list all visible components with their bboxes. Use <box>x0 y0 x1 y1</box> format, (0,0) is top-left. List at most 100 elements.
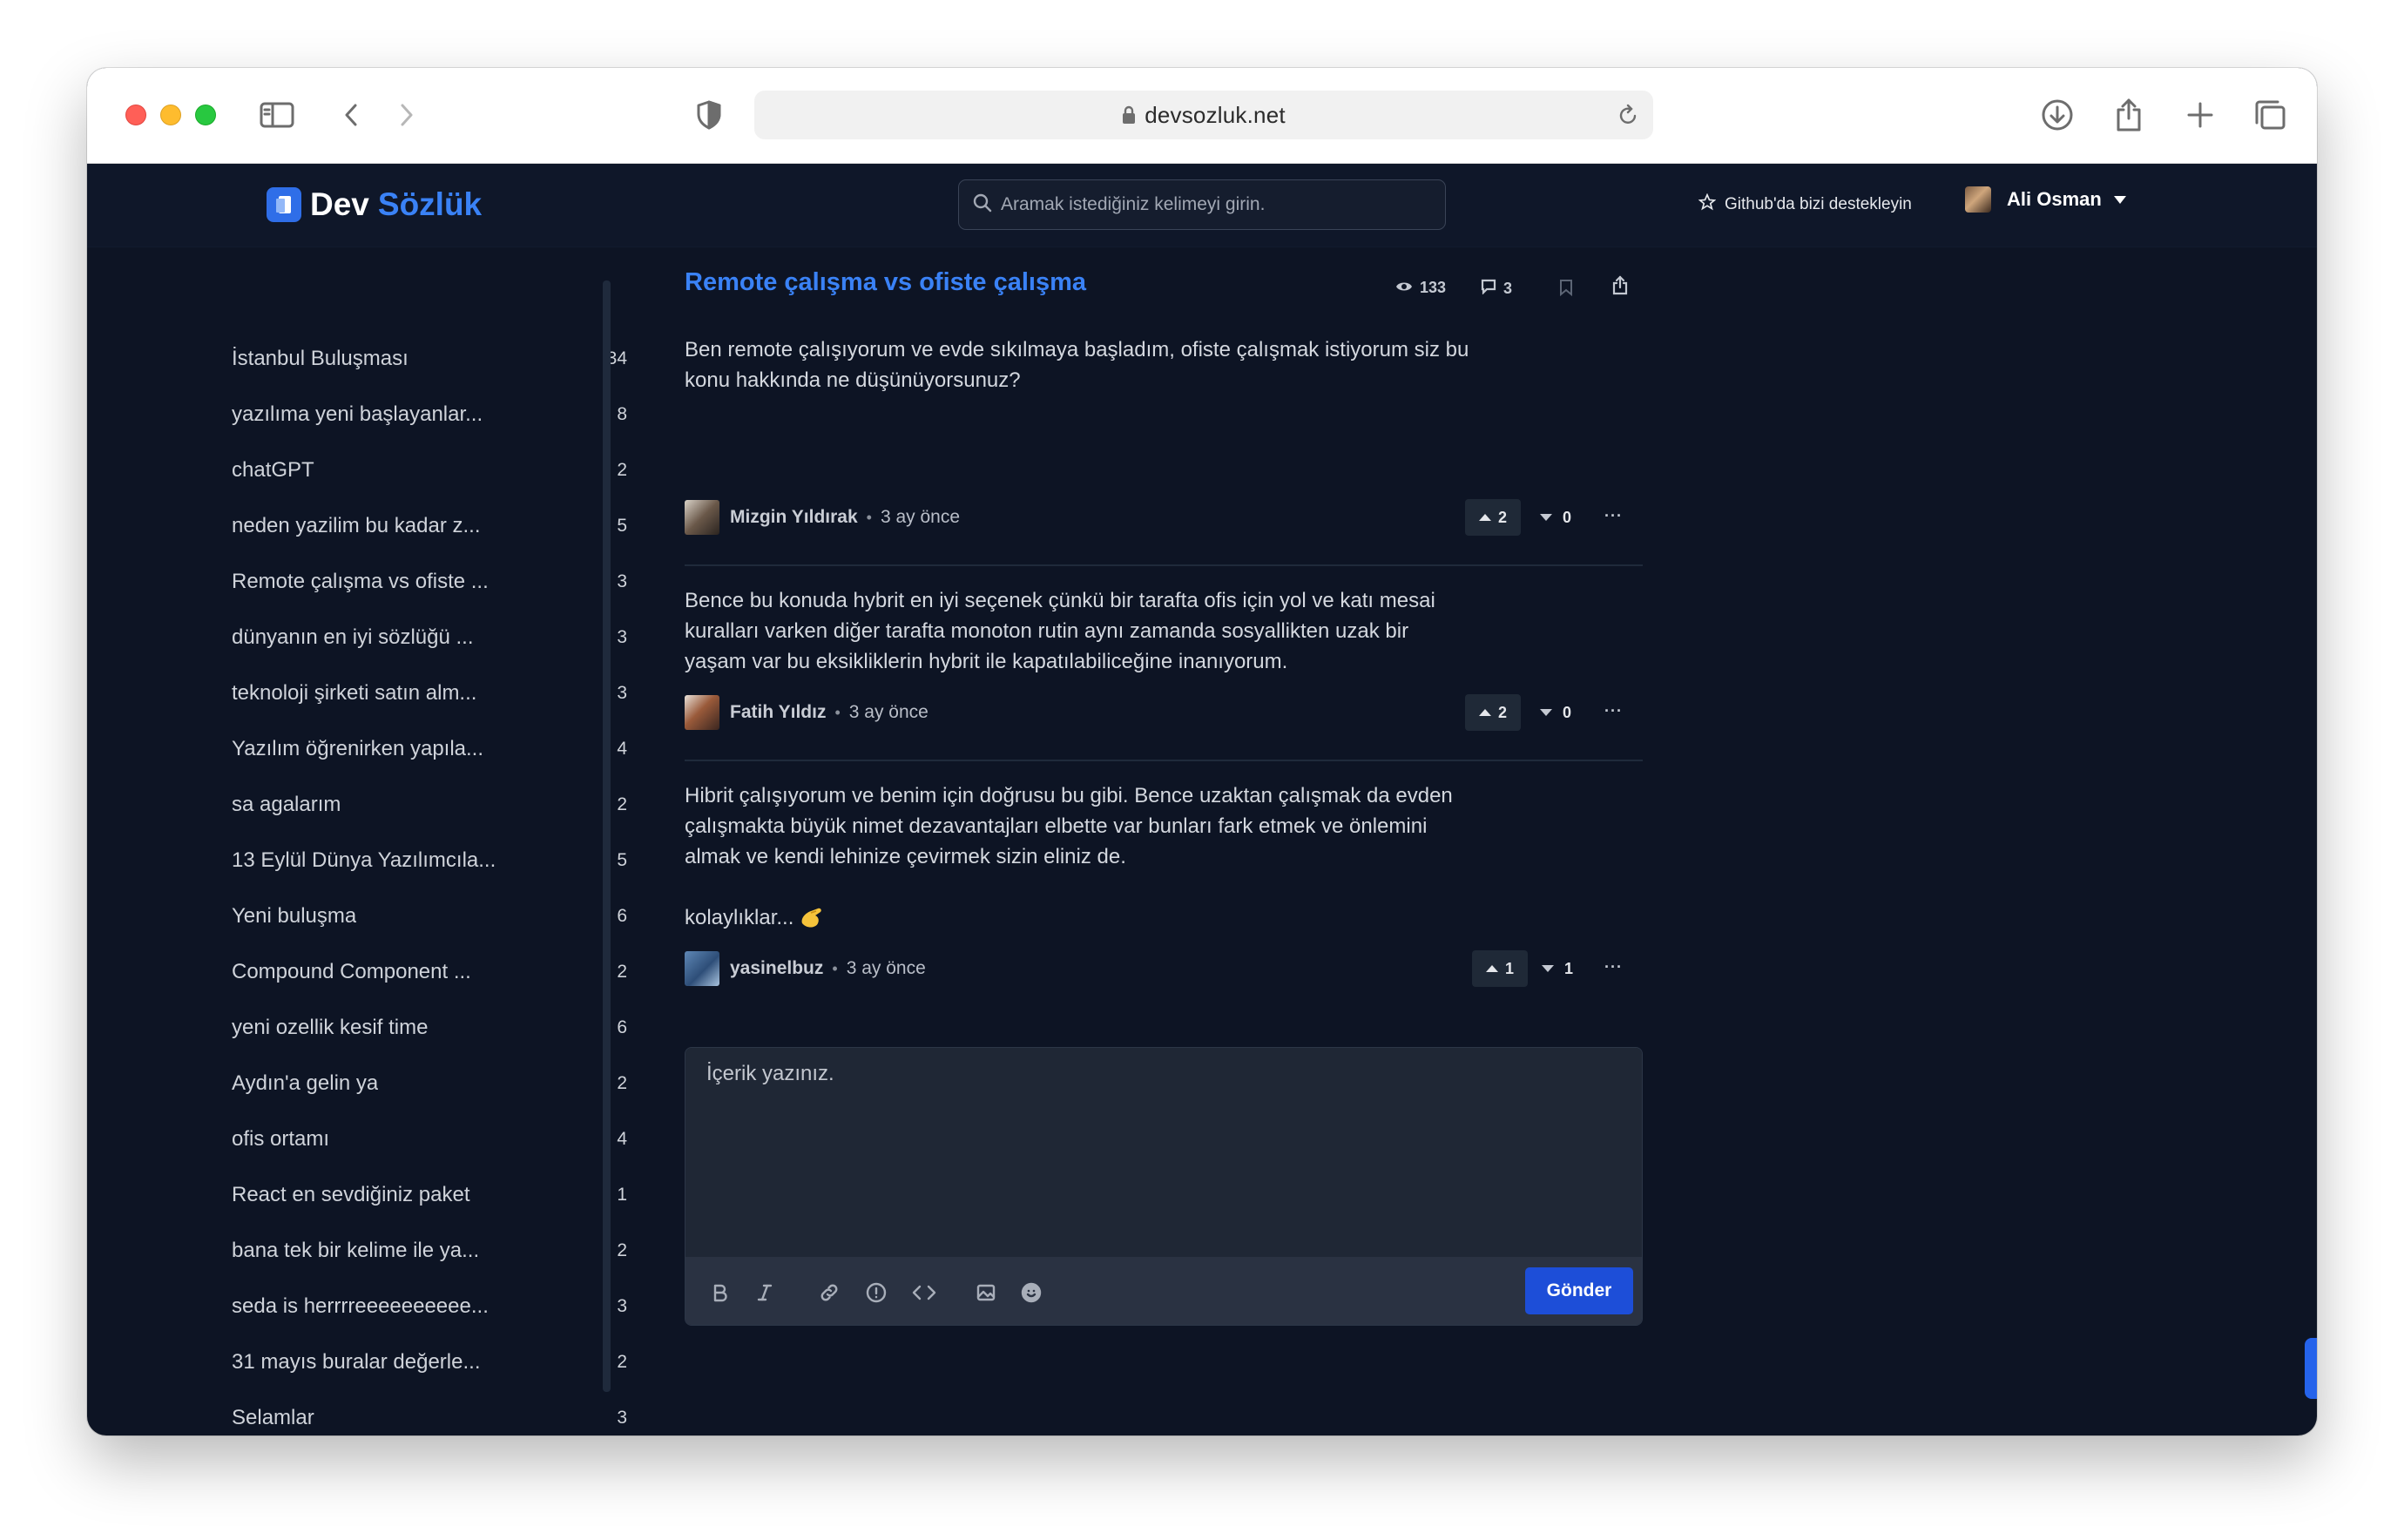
meta-separator: • <box>866 508 872 526</box>
sidebar-item[interactable]: dünyanın en iyi sözlüğü ... 3 <box>232 620 627 655</box>
comment-count: 3 <box>1481 279 1512 299</box>
sidebar-item-title: Compound Component ... <box>232 960 471 983</box>
downvote-button[interactable]: 0 <box>1535 499 1577 536</box>
sidebar-item[interactable]: teknoloji şirketi satın alm... 3 <box>232 676 627 711</box>
info-icon[interactable] <box>863 1280 889 1306</box>
sidebar-item[interactable]: Aydın'a gelin ya 2 <box>232 1066 627 1101</box>
more-options-icon[interactable]: ··· <box>1604 702 1623 720</box>
more-options-icon[interactable]: ··· <box>1604 507 1623 525</box>
sidebar-item-title: Remote çalışma vs ofiste ... <box>232 570 489 593</box>
github-support-label: Github'da bizi destekleyin <box>1725 195 1912 213</box>
downvote-count: 0 <box>1562 703 1571 721</box>
sidebar-item-title: 31 mayıs buralar değerle... <box>232 1350 481 1374</box>
logo-dev-text: Dev <box>310 186 369 222</box>
pinched-fingers-emoji-icon <box>799 906 825 930</box>
downvote-button[interactable]: 1 <box>1536 950 1578 987</box>
close-window-button[interactable] <box>125 105 146 125</box>
tab-overview-icon[interactable] <box>2251 96 2289 134</box>
entry-content-input[interactable] <box>685 1048 1642 1257</box>
sidebar-item-title: dünyanın en iyi sözlüğü ... <box>232 625 474 649</box>
editor-toolbar: Gönder <box>685 1257 1642 1325</box>
upvote-button[interactable]: 2 <box>1465 499 1521 536</box>
sidebar-item[interactable]: chatGPT 2 <box>232 453 627 488</box>
upvote-button[interactable]: 1 <box>1472 950 1528 987</box>
bookmark-icon[interactable] <box>1559 279 1573 296</box>
upvote-button[interactable]: 2 <box>1465 694 1521 731</box>
sidebar-item[interactable]: sa agalarım 2 <box>232 787 627 822</box>
sidebar-item[interactable]: seda is herrrreeeeeeeeee... 3 <box>232 1289 627 1324</box>
topic-title[interactable]: Remote çalışma vs ofiste çalışma <box>685 268 1086 297</box>
sidebar-item[interactable]: Selamlar 3 <box>232 1401 627 1435</box>
arrow-up-icon <box>1485 965 1498 972</box>
sidebar-item[interactable]: İstanbul Buluşması 34 <box>232 341 627 376</box>
entry-date: 3 ay önce <box>880 507 961 527</box>
emoji-icon[interactable] <box>1018 1280 1044 1306</box>
author-avatar[interactable] <box>685 500 719 535</box>
sidebar-item-count: 3 <box>617 1408 627 1428</box>
sidebar-item[interactable]: yeni ozellik kesif time 6 <box>232 1010 627 1045</box>
sidebar-item[interactable]: 31 mayıs buralar değerle... 2 <box>232 1345 627 1380</box>
meta-separator: • <box>832 959 838 977</box>
address-bar[interactable]: devsozluk.net <box>754 91 1653 139</box>
download-icon[interactable] <box>2038 96 2076 134</box>
search-input[interactable] <box>1001 194 1419 215</box>
more-options-icon[interactable]: ··· <box>1604 958 1623 976</box>
link-icon[interactable] <box>816 1280 842 1306</box>
view-count: 133 <box>1395 279 1446 297</box>
entry-author[interactable]: Mizgin Yıldırak <box>730 507 858 528</box>
image-icon[interactable] <box>973 1280 999 1306</box>
entry-date: 3 ay önce <box>846 958 926 978</box>
sidebar-item[interactable]: Yazılım öğrenirken yapıla... 4 <box>232 732 627 767</box>
back-icon[interactable] <box>338 96 364 134</box>
site-header: Dev Sözlük Github'da bizi destekleyin Al… <box>87 164 2317 247</box>
search-box[interactable] <box>958 179 1446 230</box>
sidebar-item-title: Yazılım öğrenirken yapıla... <box>232 737 484 760</box>
sidebar-item[interactable]: Remote çalışma vs ofiste ... 3 <box>232 564 627 599</box>
entry-text-line: çalışmakta büyük nimet dezavantajları el… <box>685 814 1428 838</box>
downvote-button[interactable]: 0 <box>1535 694 1577 731</box>
entry-text-line: yaşam var bu eksikliklerin hybrit ile ka… <box>685 650 1288 673</box>
upvote-count: 2 <box>1497 703 1507 721</box>
sidebar-item[interactable]: Yeni buluşma 6 <box>232 899 627 934</box>
entry-text-line: konu hakkında ne düşünüyorsunuz? <box>685 368 1021 392</box>
meta-separator: • <box>834 703 841 721</box>
send-button[interactable]: Gönder <box>1525 1267 1633 1314</box>
sidebar-item[interactable]: bana tek bir kelime ile ya... 2 <box>232 1233 627 1268</box>
italic-icon[interactable] <box>752 1280 778 1306</box>
bold-icon[interactable] <box>706 1280 733 1306</box>
sidebar-item-title: chatGPT <box>232 458 314 482</box>
sidebar-item[interactable]: 13 Eylül Dünya Yazılımcıla... 5 <box>232 843 627 878</box>
chevron-down-icon <box>2113 195 2126 204</box>
shield-icon[interactable] <box>693 96 725 134</box>
github-support-link[interactable]: Github'da bizi destekleyin <box>1698 192 1912 216</box>
sidebar-item-title: bana tek bir kelime ile ya... <box>232 1239 480 1262</box>
zoom-window-button[interactable] <box>195 105 216 125</box>
site-logo[interactable]: Dev Sözlük <box>267 185 482 225</box>
entry-author[interactable]: yasinelbuz <box>730 958 823 979</box>
share-icon[interactable] <box>2110 96 2148 134</box>
sidebar-scrollbar[interactable] <box>603 280 611 1392</box>
sidebar-item[interactable]: ofis ortamı 4 <box>232 1122 627 1157</box>
forward-icon[interactable] <box>394 96 420 134</box>
floating-action-tab[interactable] <box>2305 1338 2317 1399</box>
entry-text-line: Hibrit çalışıyorum ve benim için doğrusu… <box>685 784 1453 807</box>
code-icon[interactable] <box>908 1280 940 1306</box>
sidebar-item[interactable]: Compound Component ... 2 <box>232 955 627 990</box>
user-menu[interactable]: Ali Osman <box>1965 186 2126 213</box>
sidebar-toggle-icon[interactable] <box>258 96 296 134</box>
url-text: devsozluk.net <box>1145 101 1286 128</box>
star-icon <box>1698 192 1717 216</box>
entry-author[interactable]: Fatih Yıldız <box>730 702 826 723</box>
reload-icon[interactable] <box>1617 103 1639 132</box>
comment-count-value: 3 <box>1503 280 1513 297</box>
sidebar-item[interactable]: React en sevdiğiniz paket 1 <box>232 1178 627 1212</box>
sidebar-item[interactable]: yazılıma yeni başlayanlar... 8 <box>232 397 627 432</box>
author-avatar[interactable] <box>685 951 719 986</box>
sidebar-item-title: seda is herrrreeeeeeeeee... <box>232 1294 489 1318</box>
sidebar-item[interactable]: neden yazilim bu kadar z... 5 <box>232 509 627 544</box>
author-avatar[interactable] <box>685 695 719 730</box>
minimize-window-button[interactable] <box>160 105 181 125</box>
share-topic-icon[interactable] <box>1611 275 1629 296</box>
sidebar-item-title: Yeni buluşma <box>232 904 357 928</box>
new-tab-icon[interactable] <box>2181 96 2219 134</box>
